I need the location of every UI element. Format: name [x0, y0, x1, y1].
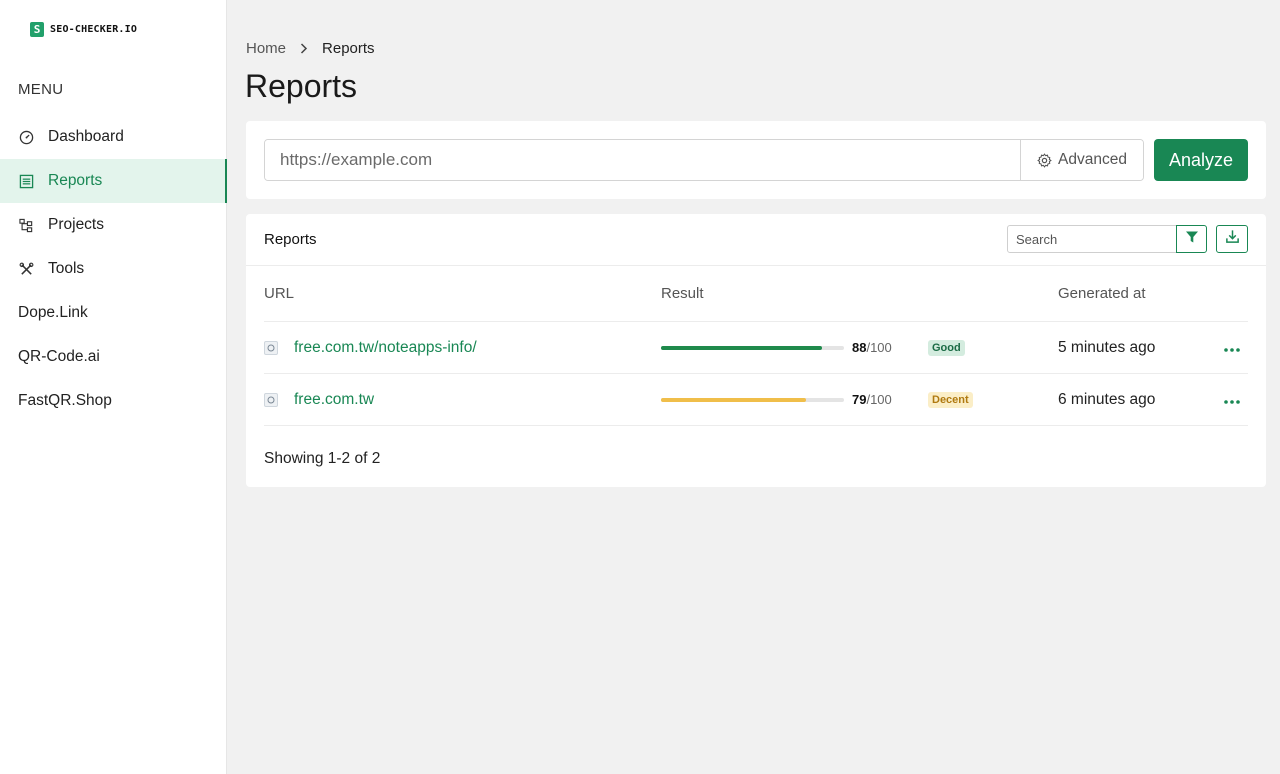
sidebar-item-label: Dashboard: [48, 128, 124, 145]
table-header: URL Result Generated at: [264, 266, 1248, 322]
sidebar-item-dashboard[interactable]: Dashboard: [0, 115, 227, 159]
sidebar-item-label: Reports: [48, 172, 103, 189]
url-input-group: Advanced: [264, 139, 1144, 181]
sidebar-item-tools[interactable]: Tools: [0, 247, 227, 291]
pagination-summary: Showing 1-2 of 2: [264, 450, 381, 467]
generated-at-cell: 5 minutes ago: [1058, 338, 1156, 356]
breadcrumb-current: Reports: [322, 40, 375, 57]
projects-hierarchy-icon: [18, 217, 34, 233]
reports-card-header: Reports: [246, 214, 1266, 266]
reports-card-title: Reports: [264, 231, 317, 248]
page-title: Reports: [245, 68, 358, 104]
menu-title: MENU: [18, 81, 64, 98]
sidebar: S SEO-CHECKER.IO MENU Dashboard Reports: [0, 0, 227, 774]
breadcrumb-home-link[interactable]: Home: [246, 40, 286, 57]
score-progress-bar: [661, 345, 844, 350]
site-favicon-icon: [264, 340, 278, 355]
download-button[interactable]: [1216, 225, 1248, 253]
status-badge: Decent: [928, 391, 973, 408]
sidebar-item-reports[interactable]: Reports: [0, 159, 227, 203]
sidebar-item-dope-link[interactable]: Dope.Link: [0, 291, 227, 335]
reports-table: URL Result Generated at free.com.tw/note…: [264, 266, 1248, 426]
status-badge: Good: [928, 339, 965, 356]
url-input[interactable]: [265, 140, 1020, 180]
logo-mark-icon: S: [30, 22, 44, 37]
report-url-link[interactable]: free.com.tw/noteapps-info/: [294, 339, 477, 357]
sidebar-item-label: Dope.Link: [18, 304, 88, 321]
result-cell: 88/100 Good: [661, 339, 1058, 356]
advanced-button[interactable]: Advanced: [1020, 140, 1143, 180]
sidebar-item-label: Tools: [48, 260, 85, 277]
score-progress-fill: [661, 397, 806, 402]
reports-card: Reports URL Result Generated at: [246, 214, 1266, 487]
column-header-url[interactable]: URL: [264, 285, 661, 302]
advanced-label: Advanced: [1058, 151, 1127, 168]
sidebar-item-label: QR-Code.ai: [18, 348, 100, 365]
column-header-generated-at[interactable]: Generated at: [1058, 285, 1248, 302]
site-favicon-icon: [264, 392, 278, 407]
more-dots-icon: [1224, 391, 1240, 408]
column-header-result[interactable]: Result: [661, 285, 1058, 302]
main-content: Home Reports Reports Advanced Analyze: [227, 0, 1280, 774]
gear-icon: [1037, 152, 1052, 168]
sidebar-item-label: FastQR.Shop: [18, 392, 112, 409]
score-progress-fill: [661, 345, 823, 350]
breadcrumb: Home Reports: [246, 40, 375, 57]
logo-text: SEO-CHECKER.IO: [50, 24, 138, 35]
url-cell: free.com.tw/noteapps-info/: [264, 339, 661, 357]
url-cell: free.com.tw: [264, 391, 661, 409]
report-url-link[interactable]: free.com.tw: [294, 391, 374, 409]
analyze-card: Advanced Analyze: [246, 121, 1266, 199]
filter-funnel-icon: [1185, 230, 1199, 249]
result-cell: 79/100 Decent: [661, 391, 1058, 408]
score-value: 88/100: [852, 340, 892, 355]
tools-wrench-icon: [18, 261, 34, 277]
sidebar-item-fastqr-shop[interactable]: FastQR.Shop: [0, 379, 227, 423]
generated-at-cell: 6 minutes ago: [1058, 390, 1156, 408]
reports-list-icon: [18, 173, 34, 189]
dashboard-gauge-icon: [18, 129, 34, 145]
search-input[interactable]: [1007, 225, 1177, 253]
score-progress-bar: [661, 397, 844, 402]
more-dots-icon: [1224, 339, 1240, 356]
table-row: free.com.tw 79/100 Decent 6 minutes ago: [264, 374, 1248, 426]
row-actions-button[interactable]: [1208, 339, 1248, 356]
table-row: free.com.tw/noteapps-info/ 88/100 Good 5…: [264, 322, 1248, 374]
sidebar-item-projects[interactable]: Projects: [0, 203, 227, 247]
score-value: 79/100: [852, 392, 892, 407]
app-root: S SEO-CHECKER.IO MENU Dashboard Reports: [0, 0, 1280, 774]
filter-button[interactable]: [1176, 225, 1207, 253]
row-actions-button[interactable]: [1208, 391, 1248, 408]
sidebar-item-qr-code-ai[interactable]: QR-Code.ai: [0, 335, 227, 379]
brand-logo[interactable]: S SEO-CHECKER.IO: [30, 22, 137, 37]
download-icon: [1225, 229, 1240, 249]
chevron-right-icon: [300, 43, 308, 54]
sidebar-nav: Dashboard Reports Projects Tools Dope.Li…: [0, 115, 227, 423]
sidebar-item-label: Projects: [48, 216, 104, 233]
analyze-button[interactable]: Analyze: [1154, 139, 1248, 181]
